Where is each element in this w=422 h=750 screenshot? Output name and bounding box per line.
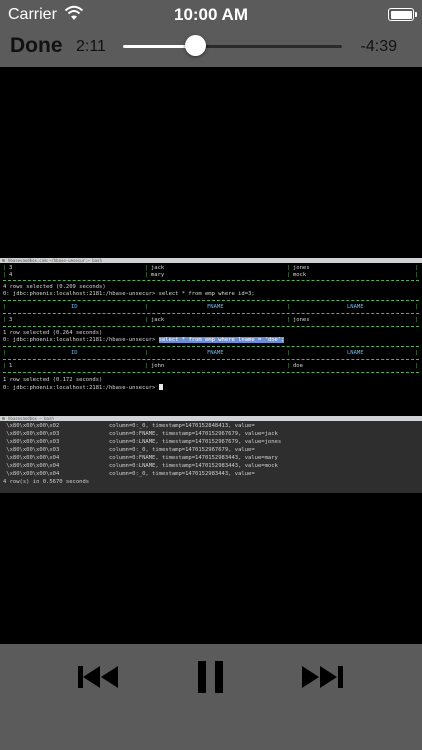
prompt-line: 0: jdbc:phoenix:localhost:2181:/hbase-un… <box>3 291 255 297</box>
table-header: | ID | FNAME | LNAME | <box>3 304 419 310</box>
status-bar: Carrier 10:00 AM <box>0 0 422 30</box>
rows-selected-text: 1 row selected (0.264 seconds) <box>3 330 103 336</box>
elapsed-time: 2:11 <box>76 38 106 55</box>
table-row: | 3 | jack | jones | <box>3 317 419 323</box>
scan-line: \x80\x00\x00\x04 column=0:_0, timestamp=… <box>3 471 255 477</box>
table-border <box>3 326 419 327</box>
done-button[interactable]: Done <box>10 34 63 58</box>
player-top-bar: Done 2:11 -4:39 <box>0 30 422 67</box>
scan-line: \x80\x00\x00\x04 column=0:LNAME, timesta… <box>3 463 278 469</box>
terminal-title-bar: hbasesandbox.com:~/hbase-unsecur:~ bash <box>0 258 422 263</box>
scan-line: \x80\x00\x00\x04 column=0:FNAME, timesta… <box>3 455 278 461</box>
video-area[interactable]: hbasesandbox.com:~/hbase-unsecur:~ bash … <box>0 67 422 644</box>
battery-icon <box>388 8 417 21</box>
table-border <box>3 300 419 301</box>
terminal-window-hbase: hbasesandbox — bash \x80\x00\x00\x02 col… <box>0 416 422 493</box>
table-border <box>3 346 419 347</box>
rows-selected-text: 1 row selected (0.172 seconds) <box>3 377 103 383</box>
prompt-line: 0: jdbc:phoenix:localhost:2181:/hbase-un… <box>3 337 285 343</box>
selected-query: select * from emp where lname = 'doe'; <box>158 337 285 343</box>
window-button-icon <box>2 259 5 262</box>
table-border <box>3 359 419 360</box>
table-border <box>3 280 419 281</box>
text-cursor <box>158 384 163 390</box>
terminal-title: hbasesandbox.com:~/hbase-unsecur:~ bash <box>8 258 102 263</box>
scan-line: \x80\x00\x00\x03 column=0:_0, timestamp=… <box>3 447 255 453</box>
skip-previous-icon[interactable] <box>78 664 122 690</box>
table-border <box>3 372 419 373</box>
status-time: 10:00 AM <box>173 5 248 24</box>
table-header: | ID | FNAME | LNAME | <box>3 350 419 356</box>
scan-summary: 4 row(s) in 0.5670 seconds <box>3 479 90 485</box>
scrubber-thumb[interactable] <box>185 35 207 56</box>
scan-line: \x80\x00\x00\x03 column=0:FNAME, timesta… <box>3 431 278 437</box>
prompt-line: 0: jdbc:phoenix:localhost:2181:/hbase-un… <box>3 384 163 392</box>
playback-controls-bar <box>0 644 422 750</box>
table-row: | 1 | john | doe | <box>3 363 419 369</box>
skip-next-icon[interactable] <box>300 664 344 690</box>
terminal-title: hbasesandbox — bash <box>8 416 54 421</box>
rows-selected-text: 4 rows selected (0.209 seconds) <box>3 284 106 290</box>
remaining-time: -4:39 <box>360 38 397 55</box>
scan-line: \x80\x00\x00\x02 column=0:_0, timestamp=… <box>3 423 255 429</box>
scrubber-track[interactable] <box>123 45 342 48</box>
table-row: | 4 | mary | mock | <box>3 272 419 278</box>
terminal-window-phoenix: hbasesandbox.com:~/hbase-unsecur:~ bash … <box>0 258 422 416</box>
table-border <box>3 313 419 314</box>
pause-icon[interactable] <box>198 661 224 693</box>
terminal-title-bar: hbasesandbox — bash <box>0 416 422 421</box>
window-button-icon <box>2 417 5 420</box>
scan-line: \x80\x00\x00\x03 column=0:LNAME, timesta… <box>3 439 282 445</box>
